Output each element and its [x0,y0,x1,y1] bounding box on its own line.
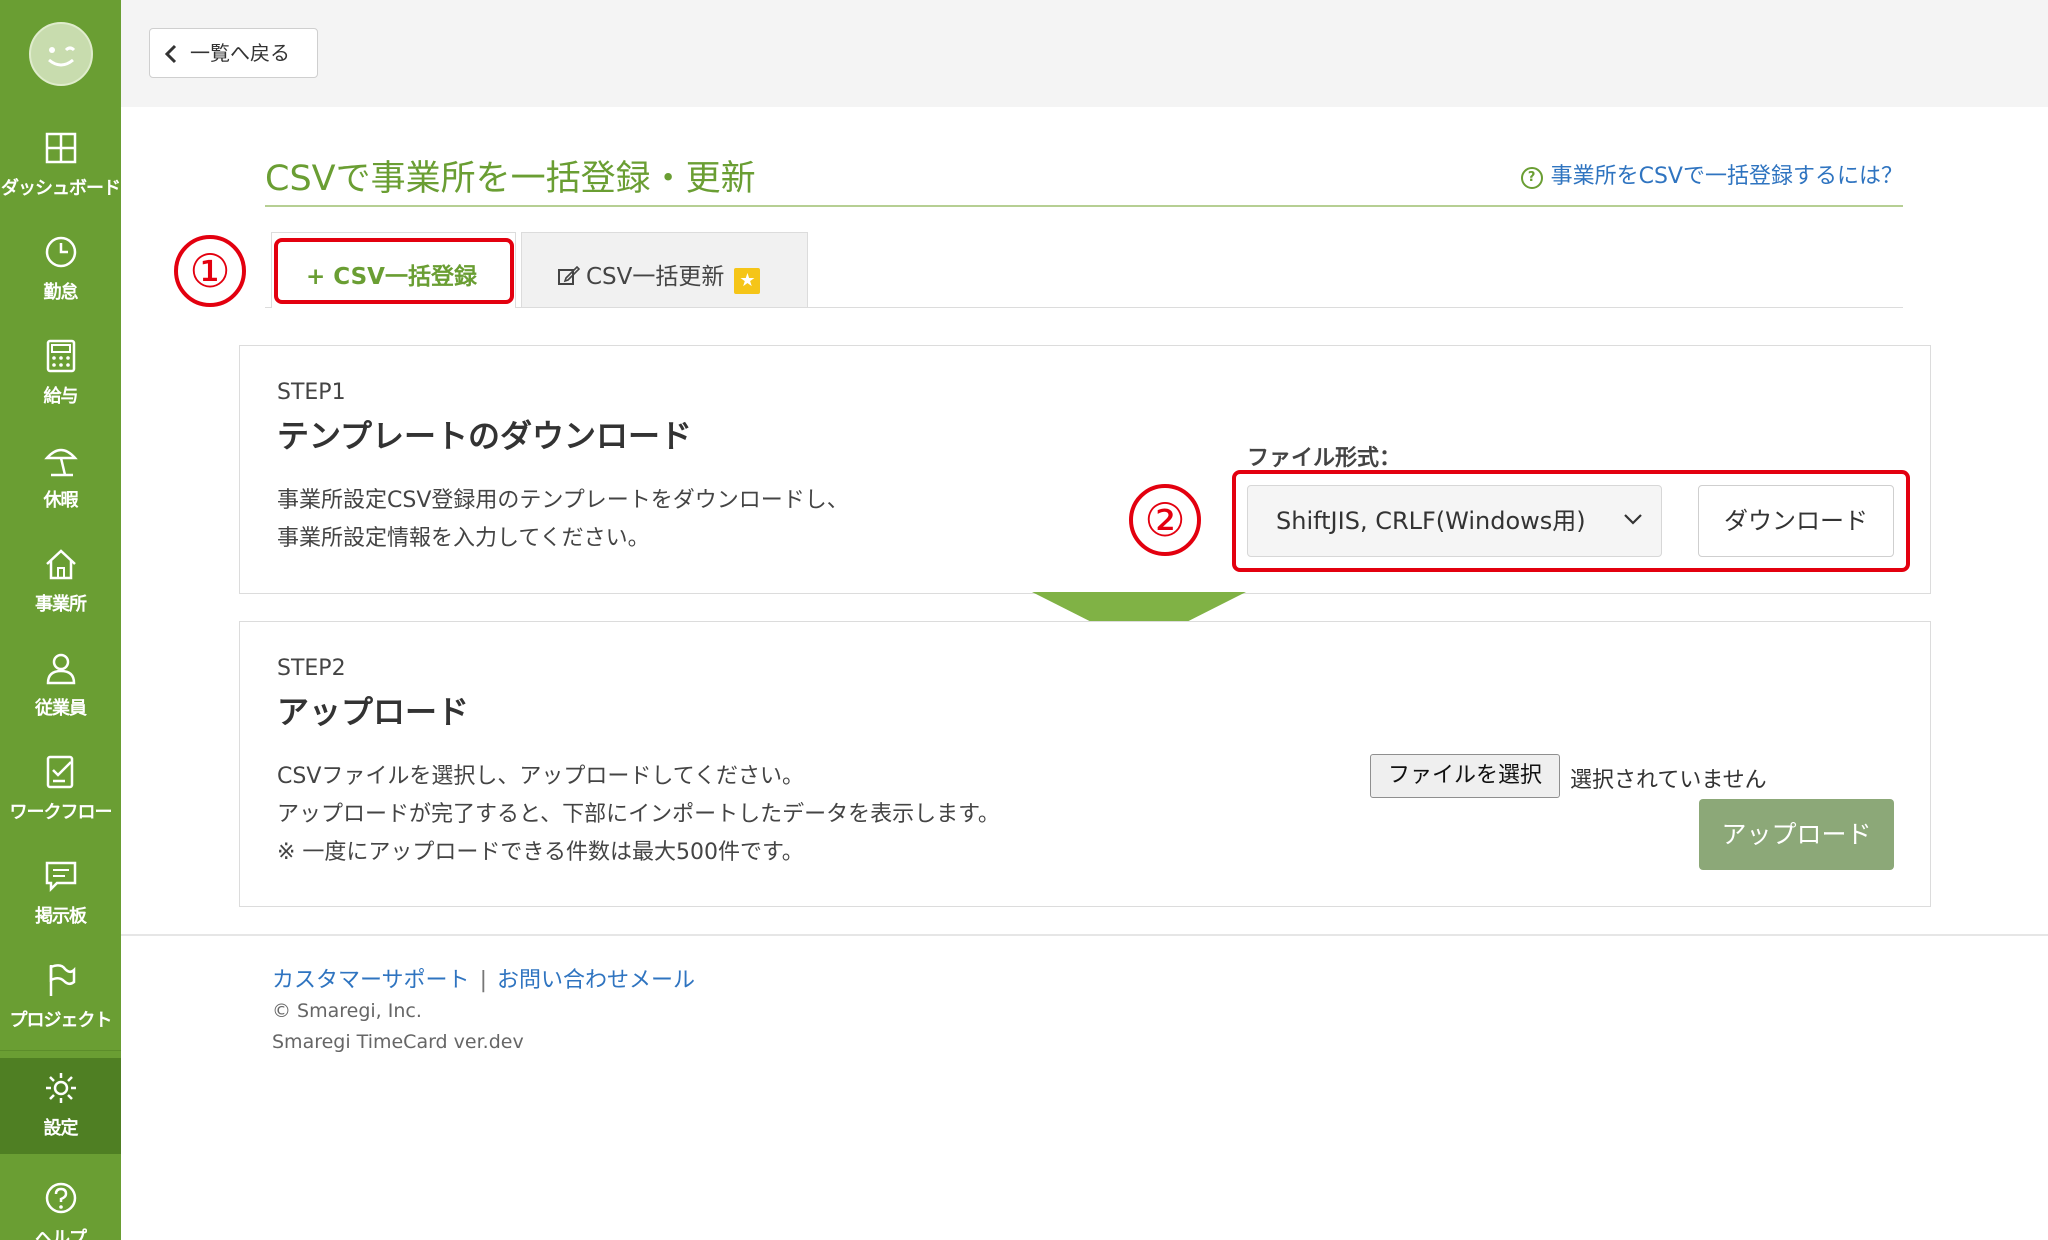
logo-avatar[interactable] [29,22,93,86]
sidebar-item-label: ワークフロー [9,802,113,823]
home-icon [46,549,76,580]
step1-desc-line2: 事業所設定情報を入力してください。 [277,526,650,551]
back-button-label: 一覧へ戻る [190,41,290,65]
sidebar-item-dashboard[interactable]: ダッシュボード [0,130,121,234]
upload-button[interactable]: アップロード [1699,799,1894,870]
title-underline [265,205,1903,207]
sidebar-item-office[interactable]: 事業所 [0,546,121,650]
sidebar-item-board[interactable]: 掲示板 [0,858,121,962]
footer-version: Smaregi TimeCard ver.dev [272,1031,524,1053]
sidebar-item-label: 給与 [43,386,79,407]
step1-title: テンプレートのダウンロード [277,417,693,455]
sidebar-item-workflow[interactable]: ワークフロー [0,754,121,858]
step1-desc-line1: 事業所設定CSV登録用のテンプレートをダウンロードし、 [277,488,849,513]
parasol-icon [44,448,78,477]
step2-desc-line1: CSVファイルを選択し、アップロードしてください。 [277,764,805,789]
chevron-left-icon [164,44,177,64]
sidebar-item-leave[interactable]: 休暇 [0,442,121,546]
sidebar-item-help[interactable]: ヘルプ [0,1180,121,1240]
tab-csv-update[interactable]: CSV一括更新 ★ [521,232,808,308]
header-bar [121,0,2048,107]
footer-copyright: © Smaregi, Inc. [272,1000,422,1022]
calculator-icon [46,339,76,373]
back-to-list-button[interactable]: 一覧へ戻る [149,28,318,78]
page-title: CSVで事業所を一括登録・更新 [265,159,756,199]
sidebar: ダッシュボード 勤怠 給与 休暇 事業所 従業員 ワークフロー 掲示板 プロジェ… [0,0,121,1240]
sidebar-item-label: 事業所 [35,594,87,615]
sidebar-item-label: 設定 [43,1118,79,1139]
sidebar-item-label: 休暇 [43,490,79,511]
sidebar-item-payroll[interactable]: 給与 [0,338,121,442]
sidebar-item-label: ダッシュボード [1,178,121,199]
file-status-text: 選択されていません [1570,768,1767,793]
checklist-icon [46,755,74,789]
flag-icon [49,964,76,996]
step2-tag: STEP2 [277,656,346,681]
sidebar-item-attendance[interactable]: 勤怠 [0,234,121,338]
sidebar-item-label: ヘルプ [35,1228,87,1240]
sidebar-item-label: 掲示板 [35,906,87,927]
contact-mail-link[interactable]: お問い合わせメール [497,968,695,993]
customer-support-link[interactable]: カスタマーサポート [272,968,470,993]
star-icon: ★ [734,268,761,294]
step1-tag: STEP1 [277,380,346,405]
sidebar-divider [0,1050,121,1051]
clock-icon [45,236,77,268]
message-icon [45,861,77,893]
dashboard-icon [45,132,77,164]
sidebar-item-employees[interactable]: 従業員 [0,650,121,754]
help-link[interactable]: ? 事業所をCSVで一括登録するには？ [1520,158,1903,190]
tab-label: CSV一括更新 [586,264,725,290]
file-format-label: ファイル形式： [1247,446,1402,471]
gear-icon [46,1073,76,1103]
annotation-number-2: ② [1129,484,1201,556]
highlight-box-download [1232,470,1910,572]
help-icon [45,1182,77,1214]
sidebar-item-label: プロジェクト [9,1010,113,1031]
footer-separator: | [479,968,487,993]
step2-title: アップロード [277,693,470,731]
footer-divider [121,934,2048,936]
person-icon [46,653,76,685]
choose-file-button[interactable]: ファイルを選択 [1370,754,1560,798]
edit-icon [558,265,581,285]
annotation-number-1: ① [174,235,246,307]
sidebar-item-label: 従業員 [35,698,87,719]
highlight-box-register-tab [274,238,514,304]
step2-desc-line2: アップロードが完了すると、下部にインポートしたデータを表示します。 [277,802,1000,827]
footer-links: カスタマーサポート | お問い合わせメール [272,962,695,994]
sidebar-item-settings[interactable]: 設定 [0,1058,121,1154]
help-link-label: 事業所をCSVで一括登録するには？ [1550,164,1903,189]
question-icon: ? [1520,167,1543,189]
sidebar-item-label: 勤怠 [43,282,79,303]
step2-desc-line3: ※ 一度にアップロードできる件数は最大500件です。 [277,840,804,865]
